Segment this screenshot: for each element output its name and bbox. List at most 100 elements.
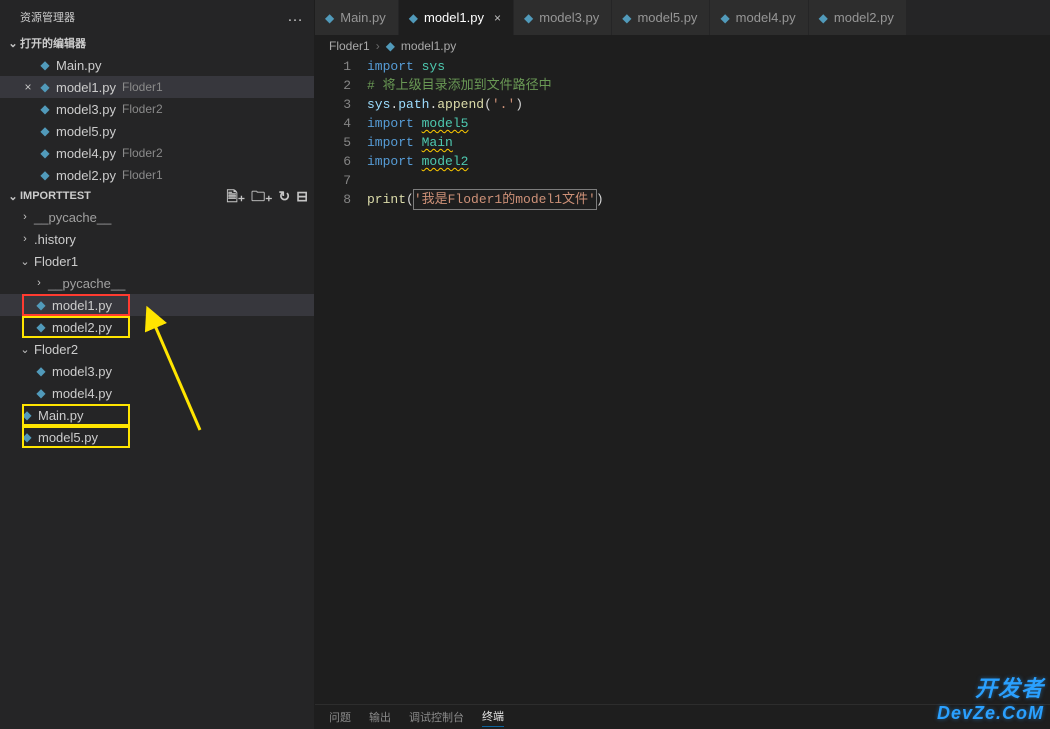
- code-line[interactable]: # 将上级目录添加到文件路径中: [367, 76, 1040, 95]
- file-label: model2.py: [50, 320, 112, 335]
- editor-tab[interactable]: ◆ model3.py: [514, 0, 612, 35]
- file-dir: Floder2: [116, 146, 163, 160]
- open-editor-item[interactable]: ×◆model1.pyFloder1: [0, 76, 314, 98]
- folder-item[interactable]: ›.history: [0, 228, 314, 250]
- editor-tab[interactable]: ◆model4.py: [710, 0, 808, 35]
- code-editor[interactable]: 12345678 import sys# 将上级目录添加到文件路径中sys.pa…: [315, 57, 1050, 704]
- python-icon: ◆: [819, 11, 828, 25]
- python-icon: ◆: [32, 298, 50, 312]
- collapse-all-icon[interactable]: ⊟: [296, 189, 308, 203]
- tab-label: model1.py: [424, 10, 484, 25]
- code-line[interactable]: import model5: [367, 114, 1040, 133]
- chevron-down-icon: ⌄: [18, 343, 32, 356]
- new-folder-icon[interactable]: 🗀₊: [251, 189, 272, 203]
- file-label: model1.py: [54, 80, 116, 95]
- file-label: Main.py: [36, 408, 84, 423]
- tab-label: model2.py: [834, 10, 894, 25]
- folder-label: __pycache__: [46, 276, 125, 291]
- line-number: 5: [315, 133, 351, 152]
- open-editor-item[interactable]: ◆Main.py: [0, 54, 314, 76]
- breadcrumb-file[interactable]: model1.py: [401, 39, 456, 53]
- python-icon: ◆: [18, 408, 36, 422]
- code-line[interactable]: print('我是Floder1的model1文件'): [367, 190, 1040, 209]
- tab-label: model4.py: [736, 10, 796, 25]
- file-dir: Floder1: [116, 168, 163, 182]
- explorer-more-icon[interactable]: …: [287, 8, 304, 26]
- open-editors-header[interactable]: ⌄ 打开的编辑器: [0, 32, 314, 54]
- editor-tab[interactable]: ◆ model2.py: [809, 0, 907, 35]
- line-number: 2: [315, 76, 351, 95]
- folder-item[interactable]: ›__pycache__: [0, 206, 314, 228]
- file-item[interactable]: ◆model5.py: [0, 426, 314, 448]
- line-number: 8: [315, 190, 351, 209]
- open-editor-item[interactable]: ◆model3.pyFloder2: [0, 98, 314, 120]
- close-icon[interactable]: ×: [20, 80, 36, 94]
- code-line[interactable]: sys.path.append('.'): [367, 95, 1040, 114]
- folder-item[interactable]: ⌄Floder2: [0, 338, 314, 360]
- code-line[interactable]: import model2: [367, 152, 1040, 171]
- panel-tab[interactable]: 输出: [369, 709, 391, 725]
- folder-label: Floder2: [32, 342, 78, 357]
- line-number: 7: [315, 171, 351, 190]
- open-editors-list: ◆Main.py×◆model1.pyFloder1◆model3.pyFlod…: [0, 54, 314, 186]
- new-file-icon[interactable]: 🗎₊: [226, 189, 245, 203]
- refresh-icon[interactable]: ↻: [279, 189, 291, 203]
- file-label: Main.py: [54, 58, 102, 73]
- code-line[interactable]: import Main: [367, 133, 1040, 152]
- line-number: 6: [315, 152, 351, 171]
- line-number: 4: [315, 114, 351, 133]
- editor-tab[interactable]: ◆model5.py: [612, 0, 710, 35]
- chevron-down-icon: ⌄: [6, 190, 20, 203]
- file-dir: Floder2: [116, 102, 163, 116]
- open-editors-label: 打开的编辑器: [20, 35, 308, 51]
- tab-label: model5.py: [637, 10, 697, 25]
- file-label: model3.py: [54, 102, 116, 117]
- tab-bar: ◆Main.py◆model1.py×◆model3.py◆model5.py◆…: [315, 0, 1050, 35]
- python-icon: ◆: [524, 11, 533, 25]
- workspace-label: IMPORTTEST: [20, 190, 226, 202]
- file-label: model5.py: [36, 430, 98, 445]
- folder-item[interactable]: ⌄Floder1: [0, 250, 314, 272]
- open-editor-item[interactable]: ◆model5.py: [0, 120, 314, 142]
- line-number-gutter: 12345678: [315, 57, 367, 704]
- file-label: model4.py: [54, 146, 116, 161]
- code-content[interactable]: import sys# 将上级目录添加到文件路径中sys.path.append…: [367, 57, 1050, 704]
- file-item[interactable]: ◆model1.py: [0, 294, 314, 316]
- python-icon: ◆: [18, 430, 36, 444]
- python-icon: ◆: [36, 58, 54, 72]
- python-icon: ◆: [36, 146, 54, 160]
- file-label: model3.py: [50, 364, 112, 379]
- file-label: model4.py: [50, 386, 112, 401]
- open-editor-item[interactable]: ◆model4.pyFloder2: [0, 142, 314, 164]
- file-item[interactable]: ◆Main.py: [0, 404, 314, 426]
- panel-tab[interactable]: 问题: [329, 709, 351, 725]
- chevron-down-icon: ⌄: [6, 37, 20, 50]
- file-item[interactable]: ◆model3.py: [0, 360, 314, 382]
- file-item[interactable]: ◆model2.py: [0, 316, 314, 338]
- editor-tab[interactable]: ◆Main.py: [315, 0, 399, 35]
- explorer-sidebar: 资源管理器 … ⌄ 打开的编辑器 ◆Main.py×◆model1.pyFlod…: [0, 0, 315, 729]
- panel-tab[interactable]: 调试控制台: [409, 709, 464, 725]
- tab-label: model3.py: [539, 10, 599, 25]
- file-label: model2.py: [54, 168, 116, 183]
- python-icon: ◆: [36, 124, 54, 138]
- close-icon[interactable]: ×: [494, 11, 501, 25]
- open-editor-item[interactable]: ◆model2.pyFloder1: [0, 164, 314, 186]
- python-icon: ◆: [36, 80, 54, 94]
- workspace-header[interactable]: ⌄ IMPORTTEST 🗎₊ 🗀₊ ↻ ⊟: [0, 186, 314, 206]
- python-icon: ◆: [32, 386, 50, 400]
- folder-item[interactable]: ›__pycache__: [0, 272, 314, 294]
- python-icon: ◆: [325, 11, 334, 25]
- code-line[interactable]: [367, 171, 1040, 190]
- file-item[interactable]: ◆model4.py: [0, 382, 314, 404]
- breadcrumb: Floder1 › ◆ model1.py: [315, 35, 1050, 57]
- breadcrumb-folder[interactable]: Floder1: [329, 39, 370, 53]
- python-icon: ◆: [32, 364, 50, 378]
- code-line[interactable]: import sys: [367, 57, 1040, 76]
- workspace-tree: ›__pycache__›.history⌄Floder1›__pycache_…: [0, 206, 314, 448]
- file-label: model1.py: [50, 298, 112, 313]
- folder-label: Floder1: [32, 254, 78, 269]
- editor-tab[interactable]: ◆model1.py×: [399, 0, 514, 35]
- panel-tab[interactable]: 终端: [482, 708, 504, 727]
- file-label: model5.py: [54, 124, 116, 139]
